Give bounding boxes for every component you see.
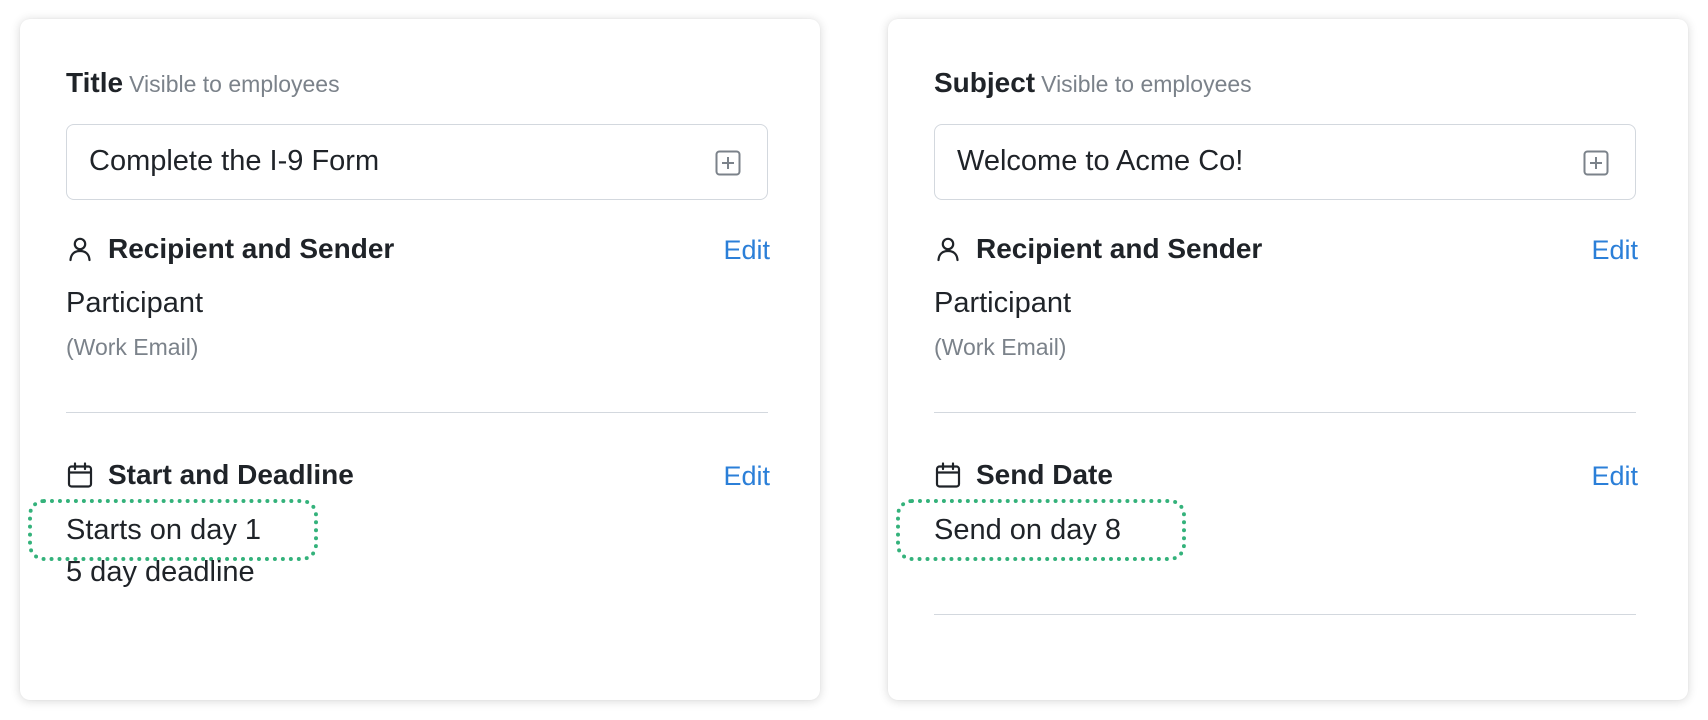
recipient-name: Participant (66, 287, 204, 319)
title-input[interactable]: Complete the I-9 Form (66, 124, 768, 200)
schedule-edit-link[interactable]: Edit (723, 461, 770, 492)
field-label-text: Title (66, 67, 124, 98)
recipient-section-title: Recipient and Sender (66, 233, 394, 265)
recipient-section-title: Recipient and Sender (934, 233, 1262, 265)
send-date-text: Send on day 8 (934, 514, 1122, 546)
schedule-section-label: Start and Deadline (108, 459, 354, 490)
send-date-section-label: Send Date (976, 459, 1113, 490)
subject-input[interactable]: Welcome to Acme Co! (934, 124, 1636, 200)
plus-square-icon[interactable] (1583, 150, 1609, 176)
recipient-section-label: Recipient and Sender (976, 233, 1263, 264)
recipient-email: (Work Email) (934, 334, 1067, 360)
task-card: Title Visible to employees Complete the I… (20, 19, 820, 700)
plus-square-icon[interactable] (715, 150, 741, 176)
field-label-text: Subject (934, 67, 1036, 98)
subject-input-value[interactable]: Welcome to Acme Co! (957, 145, 1243, 178)
person-icon (937, 237, 959, 262)
title-input-value[interactable]: Complete the I-9 Form (89, 145, 379, 178)
title-field-label: Title Visible to employees (66, 67, 340, 99)
schedule-section-title: Start and Deadline (66, 459, 354, 491)
message-card: Subject Visible to employees Welcome to A… (888, 19, 1688, 700)
schedule-deadline-text: 5 day deadline (66, 556, 255, 588)
person-icon (69, 237, 91, 262)
calendar-icon (67, 462, 93, 488)
recipient-section-label: Recipient and Sender (108, 233, 395, 264)
section-divider (934, 614, 1636, 615)
field-hint-text: Visible to employees (129, 71, 340, 97)
recipient-name: Participant (934, 287, 1072, 319)
recipient-email: (Work Email) (66, 334, 199, 360)
send-date-section-title: Send Date (934, 459, 1113, 491)
schedule-start-text: Starts on day 1 (66, 514, 262, 546)
section-divider (66, 412, 768, 413)
recipient-edit-link[interactable]: Edit (1591, 235, 1638, 266)
subject-field-label: Subject Visible to employees (934, 67, 1252, 99)
send-date-edit-link[interactable]: Edit (1591, 461, 1638, 492)
field-hint-text: Visible to employees (1041, 71, 1252, 97)
recipient-edit-link[interactable]: Edit (723, 235, 770, 266)
section-divider (934, 412, 1636, 413)
calendar-icon (935, 462, 961, 488)
